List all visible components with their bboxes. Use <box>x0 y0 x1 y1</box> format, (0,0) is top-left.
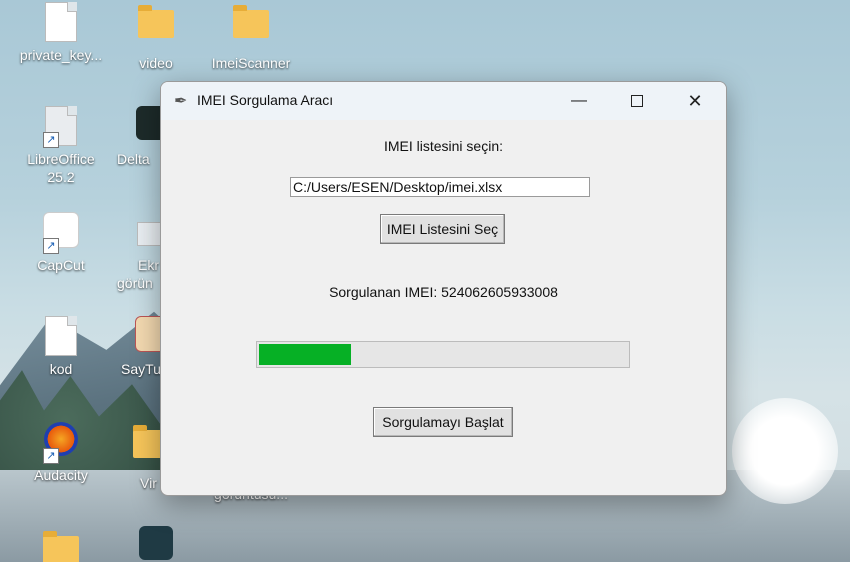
desktop-icon-label: Ekr <box>138 257 159 273</box>
start-query-button[interactable]: Sorgulamayı Başlat <box>373 407 513 437</box>
select-list-label: IMEI listesini seçin: <box>383 138 504 154</box>
document-icon <box>45 2 77 42</box>
title-bar[interactable]: ✒ IMEI Sorgulama Aracı — ✕ <box>161 82 726 120</box>
desktop-icon-label: CapCut <box>37 257 85 273</box>
window-title: IMEI Sorgulama Aracı <box>197 92 334 108</box>
desktop-icon-libreoffice[interactable]: ↗ LibreOffice 25.2 <box>16 106 106 186</box>
folder-icon <box>43 531 79 562</box>
desktop-icon-kod[interactable]: kod <box>16 316 106 378</box>
desktop-icon-private-key[interactable]: private_key... <box>16 2 106 64</box>
progress-bar <box>256 341 630 368</box>
minimize-button[interactable]: — <box>550 82 608 120</box>
shortcut-arrow-icon: ↗ <box>43 132 59 148</box>
desktop-icon-label: private_key... <box>19 47 103 63</box>
desktop-icon-imeiscanner[interactable]: ImeiScanner <box>206 2 296 72</box>
imei-query-window: ✒ IMEI Sorgulama Aracı — ✕ IMEI listesin… <box>160 81 727 496</box>
select-list-button[interactable]: IMEI Listesini Seç <box>380 214 505 244</box>
desktop-icon-label: kod <box>49 361 73 377</box>
desktop-icon-audacity[interactable]: ↗ Audacity <box>16 422 106 484</box>
document-icon <box>45 316 77 356</box>
desktop-icon-vir[interactable]: Vir <box>111 422 169 492</box>
sun-wallpaper <box>732 398 838 504</box>
folder-icon <box>138 5 174 38</box>
desktop-icon-video[interactable]: video <box>111 2 201 72</box>
shortcut-arrow-icon: ↗ <box>43 238 59 254</box>
desktop-icon-ekran[interactable]: Ekr görün <box>111 222 169 292</box>
status-label: Sorgulanan IMEI: 524062605933008 <box>329 284 558 300</box>
progress-fill <box>259 344 351 365</box>
maximize-icon <box>631 94 643 107</box>
shortcut-arrow-icon: ↗ <box>43 448 59 464</box>
desktop-icon-folder-bottom[interactable] <box>16 528 106 562</box>
desktop-icon-label: LibreOffice 25.2 <box>27 151 95 185</box>
close-button[interactable]: ✕ <box>666 82 724 120</box>
file-path-input[interactable] <box>290 177 590 197</box>
desktop-icon-label: video <box>139 55 173 71</box>
desktop-icon-app-bottom[interactable] <box>111 526 201 562</box>
desktop-icon-capcut[interactable]: ↗ CapCut <box>16 212 106 274</box>
desktop-icon-label: Vir <box>140 475 157 491</box>
desktop-icon-label: Audacity <box>34 467 88 483</box>
desktop-icon-saytu[interactable]: SayTu <box>111 316 171 378</box>
desktop-icon-label: ImeiScanner <box>211 55 291 71</box>
feather-icon: ✒ <box>174 93 188 110</box>
desktop-icon-sublabel: görün <box>117 275 153 291</box>
maximize-button[interactable] <box>608 82 666 120</box>
folder-icon <box>233 5 269 38</box>
desktop-icon-label: SayTu <box>121 361 161 377</box>
app-icon <box>139 526 173 560</box>
